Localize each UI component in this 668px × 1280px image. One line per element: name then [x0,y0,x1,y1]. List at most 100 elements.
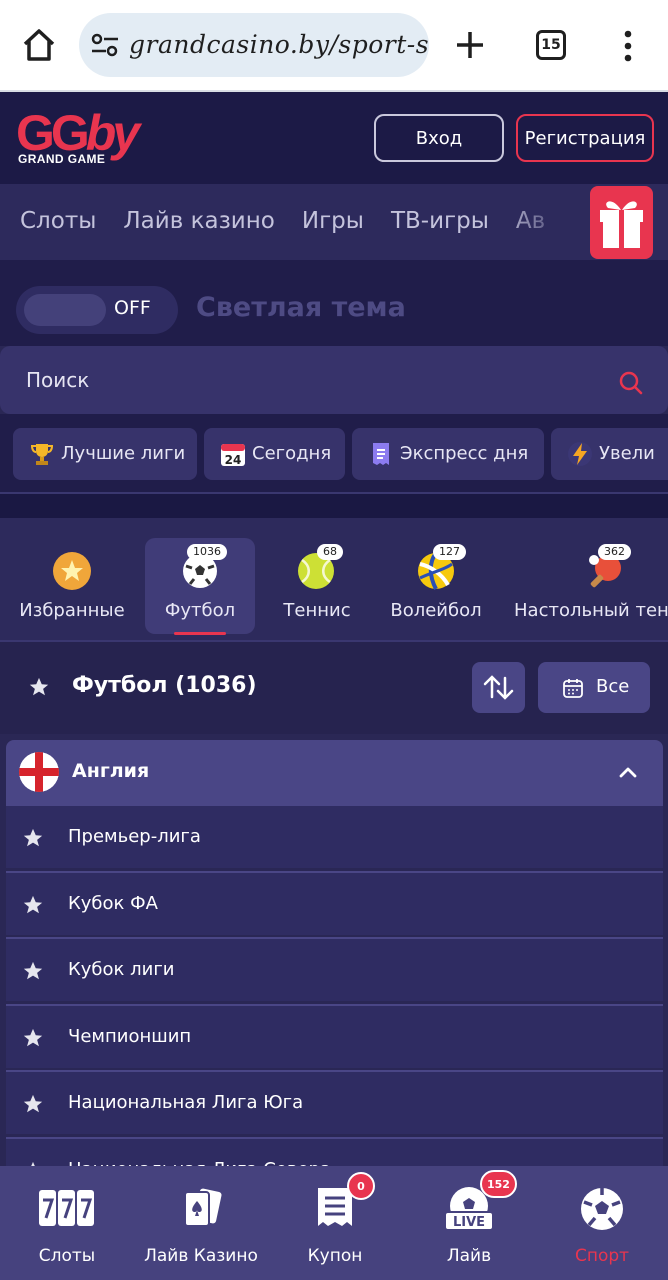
favorite-star-icon[interactable] [22,827,44,849]
chip-label: Лучшие лиги [61,443,186,464]
league-name: Национальная Лига Юга [68,1092,304,1113]
favorite-star-icon[interactable] [22,960,44,982]
country-header-england[interactable]: Англия [6,740,663,804]
sport-tab-table-tennis[interactable]: 362 Настольный тен [508,538,668,634]
league-item[interactable]: Кубок ФА [6,871,663,935]
calendar-icon: 24 [221,444,245,467]
new-tab-icon[interactable] [452,24,488,64]
league-name: Премьер-лига [68,826,201,847]
date-filter-label: Все [596,676,630,697]
live-icon-text: LIVE [453,1215,485,1230]
bottom-nav-live-casino[interactable]: Лайв Казино [134,1166,268,1280]
chip-boost[interactable]: Увели [551,428,668,480]
sport-tab-tennis[interactable]: 68 Теннис [262,538,372,634]
chip-label: Экспресс дня [400,443,529,464]
sport-count: 68 [317,544,343,560]
bottom-nav-label: Лайв Казино [144,1246,258,1266]
url-text: grandcasino.by/sport-st [129,30,429,59]
theme-label: Светлая тема [196,292,406,323]
nav-item-slots[interactable]: Слоты [20,208,96,234]
chip-top-leagues[interactable]: Лучшие лиги [13,428,197,480]
nav-item-live-casino[interactable]: Лайв казино [123,208,274,234]
bottom-nav: Слоты Лайв Казино 0 Купон LIVE 152 Лайв [0,1166,668,1280]
home-icon[interactable] [20,26,58,64]
chip-label: Сегодня [252,443,332,464]
sport-label: Футбол [164,600,236,621]
toggle-knob [24,294,106,326]
sport-tab-football[interactable]: 1036 Футбол [145,538,255,634]
coupon-badge: 0 [347,1172,375,1200]
league-item[interactable]: Кубок лиги [6,937,663,1001]
chip-express[interactable]: Экспресс дня [352,428,544,480]
more-menu-icon[interactable] [620,28,636,64]
chip-label: Увели [599,443,655,464]
sport-label: Волейбол [390,600,482,621]
country-name: Англия [72,760,150,782]
register-button[interactable]: Регистрация [516,114,654,162]
favorite-star-icon[interactable] [28,676,50,698]
league-name: Чемпионшип [68,1026,192,1047]
playing-cards-icon [184,1188,222,1227]
england-flag-icon [19,752,59,792]
sport-tab-volleyball[interactable]: 127 Волейбол [381,538,491,634]
category-nav: Слоты Лайв казино Игры ТВ-игры Ав [0,184,668,260]
league-list: Англия Премьер-лига Кубок ФА Кубок лиги … [0,734,668,1168]
favorite-star-icon[interactable] [22,1093,44,1115]
bottom-nav-live[interactable]: LIVE 152 Лайв [402,1166,536,1280]
bottom-nav-label: Купон [307,1246,363,1266]
lightning-icon [568,442,592,466]
sort-button[interactable] [472,662,525,713]
calendar-outline-icon [563,679,583,698]
sport-tab-favorites[interactable]: Избранные [10,538,134,634]
site-settings-icon[interactable] [91,33,119,57]
sport-label: Настольный тен [514,600,668,621]
bottom-nav-slots[interactable]: Слоты [0,1166,134,1280]
address-bar[interactable]: grandcasino.by/sport-st [79,13,429,77]
bottom-nav-coupon[interactable]: 0 Купон [268,1166,402,1280]
site-header: GGby GRAND GAME Вход Регистрация [0,92,668,184]
logo[interactable]: GGby GRAND GAME [16,106,156,168]
quick-filters: Лучшие лиги 24 Сегодня Экспресс дня Увел… [0,414,668,492]
bottom-nav-sport[interactable]: Спорт [536,1166,668,1280]
favorite-star-icon[interactable] [22,1027,44,1049]
bottom-nav-label: Слоты [38,1246,96,1266]
trophy-icon [30,444,54,465]
league-item[interactable]: Национальная Лига Севера [6,1137,663,1168]
sport-label: Избранные [19,600,125,621]
nav-fade [500,184,580,260]
chevron-up-icon[interactable] [618,762,638,782]
section-title: Футбол (1036) [72,673,257,698]
league-name: Кубок лиги [68,959,175,980]
star-badge-icon [53,552,91,590]
tab-switcher-button[interactable]: 15 [536,30,566,60]
divider [0,492,668,518]
sport-label: Теннис [283,600,351,621]
sort-icon [483,675,514,700]
sport-count: 362 [598,544,631,560]
football-icon [581,1188,623,1230]
league-item[interactable]: Национальная Лига Юга [6,1070,663,1134]
gift-icon [600,201,643,248]
league-item[interactable]: Премьер-лига [6,804,663,868]
nav-item-tv-games[interactable]: ТВ-игры [391,208,489,234]
date-filter-button[interactable]: Все [538,662,650,713]
calendar-date: 24 [225,453,242,467]
theme-toggle[interactable]: OFF [16,286,178,334]
chip-today[interactable]: 24 Сегодня [204,428,345,480]
search-icon[interactable] [618,370,644,396]
league-item[interactable]: Чемпионшип [6,1004,663,1068]
gift-button[interactable] [590,186,653,259]
bottom-nav-label: Лайв [446,1246,492,1266]
nav-item-games[interactable]: Игры [302,208,364,234]
search-input[interactable]: Поиск [0,346,668,414]
theme-row: OFF Светлая тема [0,260,668,346]
login-button[interactable]: Вход [374,114,504,162]
browser-bar: grandcasino.by/sport-st 15 [0,0,668,92]
favorite-star-icon[interactable] [22,894,44,916]
league-name: Кубок ФА [68,893,158,914]
active-tab-indicator [174,632,226,635]
sport-count: 127 [433,544,466,560]
section-header: Футбол (1036) Все [0,642,668,734]
sports-tabs: Избранные 1036 Футбол 68 Теннис 127 Воле… [0,518,668,642]
logo-subtitle: GRAND GAME [18,152,106,166]
